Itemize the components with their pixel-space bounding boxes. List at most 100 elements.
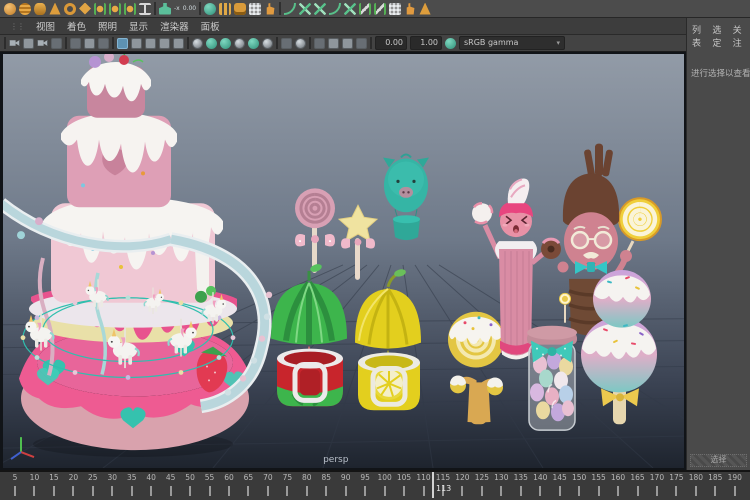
timeline-tick[interactable]: 20 bbox=[64, 473, 82, 500]
layout-split-icon[interactable] bbox=[145, 38, 156, 49]
timeline-tick[interactable]: 75 bbox=[278, 473, 296, 500]
timeline-tick[interactable]: 135 bbox=[512, 473, 530, 500]
camera-attributes-icon[interactable] bbox=[37, 38, 48, 49]
shaded-ball-icon[interactable] bbox=[204, 3, 216, 15]
timeline-tick[interactable]: 15 bbox=[45, 473, 63, 500]
zero-transform-label[interactable]: 0.00 bbox=[183, 3, 196, 15]
timeline-tick[interactable]: 90 bbox=[337, 473, 355, 500]
candy-jar-model[interactable] bbox=[527, 326, 577, 430]
copy-icon[interactable] bbox=[328, 38, 339, 49]
timeline-tick[interactable]: 25 bbox=[84, 473, 102, 500]
current-frame-marker[interactable] bbox=[432, 472, 434, 498]
timeline-tick[interactable]: 185 bbox=[706, 473, 724, 500]
viewport-3d[interactable]: persp bbox=[0, 52, 686, 470]
paste-icon[interactable] bbox=[342, 38, 353, 49]
gamma-field[interactable]: 1.00 bbox=[410, 36, 442, 50]
xray-joints-icon[interactable] bbox=[295, 38, 306, 49]
select-camera-icon[interactable] bbox=[9, 38, 20, 49]
exposure-field[interactable]: 0.00 bbox=[375, 36, 407, 50]
timeline-tick[interactable]: 165 bbox=[629, 473, 647, 500]
timeline-tick[interactable]: 50 bbox=[181, 473, 199, 500]
zero-x-label[interactable]: -x bbox=[174, 3, 180, 15]
layout-hypershade-icon[interactable] bbox=[173, 38, 184, 49]
bookmark-icon[interactable] bbox=[51, 38, 62, 49]
wireframe-icon[interactable] bbox=[192, 38, 203, 49]
timeline-tick[interactable]: 190 bbox=[726, 473, 744, 500]
curve-x2-icon[interactable] bbox=[344, 3, 356, 15]
bracket-object-icon[interactable] bbox=[109, 3, 121, 15]
timeline-tick[interactable]: 70 bbox=[259, 473, 277, 500]
timeline-tick[interactable]: 155 bbox=[590, 473, 608, 500]
palette-icon[interactable] bbox=[234, 3, 246, 15]
orange-pointer-icon[interactable] bbox=[419, 3, 431, 15]
panel-grip-icon[interactable]: ⋮⋮ bbox=[10, 22, 24, 31]
timeline-tick[interactable]: 180 bbox=[687, 473, 705, 500]
poly-sphere-icon[interactable] bbox=[4, 3, 16, 15]
timeline-tick[interactable]: 60 bbox=[220, 473, 238, 500]
surface-grid-icon[interactable] bbox=[389, 3, 401, 15]
menu-lighting[interactable]: 照明 bbox=[98, 19, 117, 33]
character-icon[interactable] bbox=[159, 3, 171, 15]
timeline-tick[interactable]: 125 bbox=[473, 473, 491, 500]
cv-curve-icon[interactable] bbox=[299, 3, 311, 15]
timeline-tick[interactable]: 35 bbox=[123, 473, 141, 500]
lemon-basket-model[interactable] bbox=[358, 353, 420, 411]
timeline-tick[interactable]: 140 bbox=[531, 473, 549, 500]
occlusion-icon[interactable] bbox=[262, 38, 273, 49]
layout-four-icon[interactable] bbox=[131, 38, 142, 49]
timeline-tick[interactable]: 30 bbox=[103, 473, 121, 500]
view-transform-dropdown[interactable]: sRGB gamma ▾ bbox=[459, 36, 565, 50]
timeline-tick[interactable]: 170 bbox=[648, 473, 666, 500]
ep-curve-icon[interactable] bbox=[284, 3, 296, 15]
curve-arc-icon[interactable] bbox=[329, 3, 341, 15]
bracket-x-icon[interactable] bbox=[359, 3, 371, 15]
grease-pencil-icon[interactable] bbox=[98, 38, 109, 49]
grid-snap-icon[interactable] bbox=[249, 3, 261, 15]
timeline-tick[interactable]: 130 bbox=[492, 473, 510, 500]
menu-renderer[interactable]: 渲染器 bbox=[160, 19, 189, 33]
timeline-tick[interactable]: 175 bbox=[667, 473, 685, 500]
two-d-pan-icon[interactable] bbox=[84, 38, 95, 49]
color-management-icon[interactable] bbox=[445, 38, 456, 49]
tab-selected[interactable]: 选定 bbox=[712, 23, 725, 49]
timeline-tick[interactable]: 80 bbox=[298, 473, 316, 500]
menu-panels[interactable]: 面板 bbox=[201, 19, 220, 33]
timeline-tick[interactable]: 110 bbox=[415, 473, 433, 500]
timeline-tick[interactable]: 85 bbox=[317, 473, 335, 500]
watermelon-basket-model[interactable] bbox=[277, 349, 343, 407]
isolate-select-icon[interactable] bbox=[314, 38, 325, 49]
tab-focus[interactable]: 关注 bbox=[733, 23, 746, 49]
timeline-tick[interactable]: 65 bbox=[239, 473, 257, 500]
image-plane-icon[interactable] bbox=[70, 38, 81, 49]
menu-shading[interactable]: 着色 bbox=[67, 19, 86, 33]
poly-cylinder-icon[interactable] bbox=[34, 3, 46, 15]
poly-torus-icon[interactable] bbox=[64, 3, 76, 15]
bracket-torus-icon[interactable] bbox=[124, 3, 136, 15]
toolbar-grip[interactable] bbox=[4, 37, 6, 49]
camera-name-label[interactable]: persp bbox=[323, 455, 348, 465]
timeline-tick[interactable]: 95 bbox=[356, 473, 374, 500]
layout-single-icon[interactable] bbox=[117, 38, 128, 49]
timeline-tick[interactable]: 45 bbox=[162, 473, 180, 500]
channel-box-drop-button[interactable]: 选择 bbox=[690, 454, 747, 467]
timeline-tick[interactable]: 145 bbox=[551, 473, 569, 500]
curve-x-icon[interactable] bbox=[314, 3, 326, 15]
timeline-tick[interactable]: 55 bbox=[201, 473, 219, 500]
poly-sphere-banded-icon[interactable] bbox=[19, 3, 31, 15]
shadows-icon[interactable] bbox=[248, 38, 259, 49]
timeline-tick[interactable]: 150 bbox=[570, 473, 588, 500]
timeline-tick[interactable]: 105 bbox=[395, 473, 413, 500]
timeline-tick[interactable]: 40 bbox=[142, 473, 160, 500]
bracket-x2-icon[interactable] bbox=[374, 3, 386, 15]
bars-icon[interactable] bbox=[219, 3, 231, 15]
timeline-tick[interactable]: 5 bbox=[6, 473, 24, 500]
use-lights-icon[interactable] bbox=[234, 38, 245, 49]
timeline-tick[interactable]: 120 bbox=[453, 473, 471, 500]
hand-tool-icon[interactable] bbox=[264, 3, 276, 15]
xray-icon[interactable] bbox=[281, 38, 292, 49]
menu-view[interactable]: 视图 bbox=[36, 19, 55, 33]
timeline-tick[interactable]: 100 bbox=[376, 473, 394, 500]
textured-icon[interactable] bbox=[220, 38, 231, 49]
menu-show[interactable]: 显示 bbox=[129, 19, 148, 33]
tab-list[interactable]: 列表 bbox=[692, 23, 705, 49]
